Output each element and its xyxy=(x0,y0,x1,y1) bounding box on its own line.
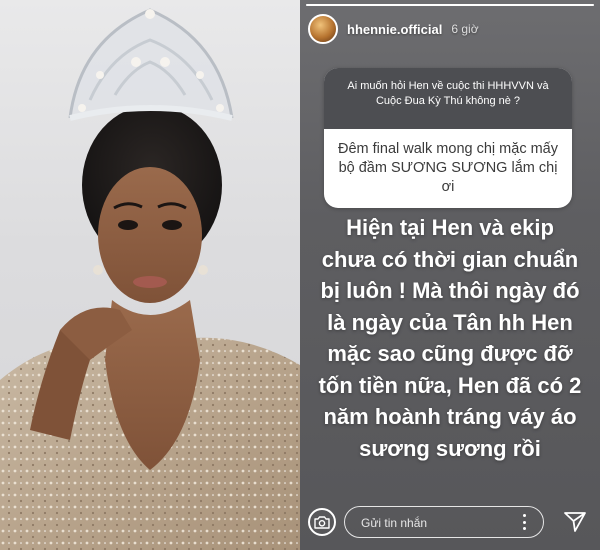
story-username[interactable]: hhennie.official xyxy=(347,22,442,37)
more-vertical-icon[interactable] xyxy=(517,514,531,530)
question-prompt: Ai muốn hỏi Hen về cuộc thi HHHVVN và Cu… xyxy=(324,68,572,129)
question-answer: Đêm final walk mong chị mặc mấy bộ đầm S… xyxy=(338,141,558,195)
instagram-story[interactable]: hhennie.official 6 giờ Ai muốn hỏi Hen v… xyxy=(300,0,600,550)
message-box[interactable] xyxy=(344,506,544,538)
avatar[interactable] xyxy=(308,14,338,44)
story-progress-fill xyxy=(306,4,594,6)
camera-button[interactable] xyxy=(308,508,336,536)
message-input[interactable] xyxy=(359,507,513,538)
story-reply-text: Hiện tại Hen và ekip chưa có thời gian c… xyxy=(318,215,582,461)
question-sticker: Ai muốn hỏi Hen về cuộc thi HHHVVN và Cu… xyxy=(324,68,572,208)
story-timestamp: 6 giờ xyxy=(451,22,479,36)
crown-shape xyxy=(68,8,234,121)
story-footer xyxy=(300,500,600,550)
story-progress-bar xyxy=(306,4,594,6)
camera-icon xyxy=(314,516,330,529)
send-icon xyxy=(564,512,586,532)
portrait-photo xyxy=(0,0,300,550)
send-button[interactable] xyxy=(562,509,588,535)
story-header: hhennie.official 6 giờ xyxy=(308,12,592,46)
